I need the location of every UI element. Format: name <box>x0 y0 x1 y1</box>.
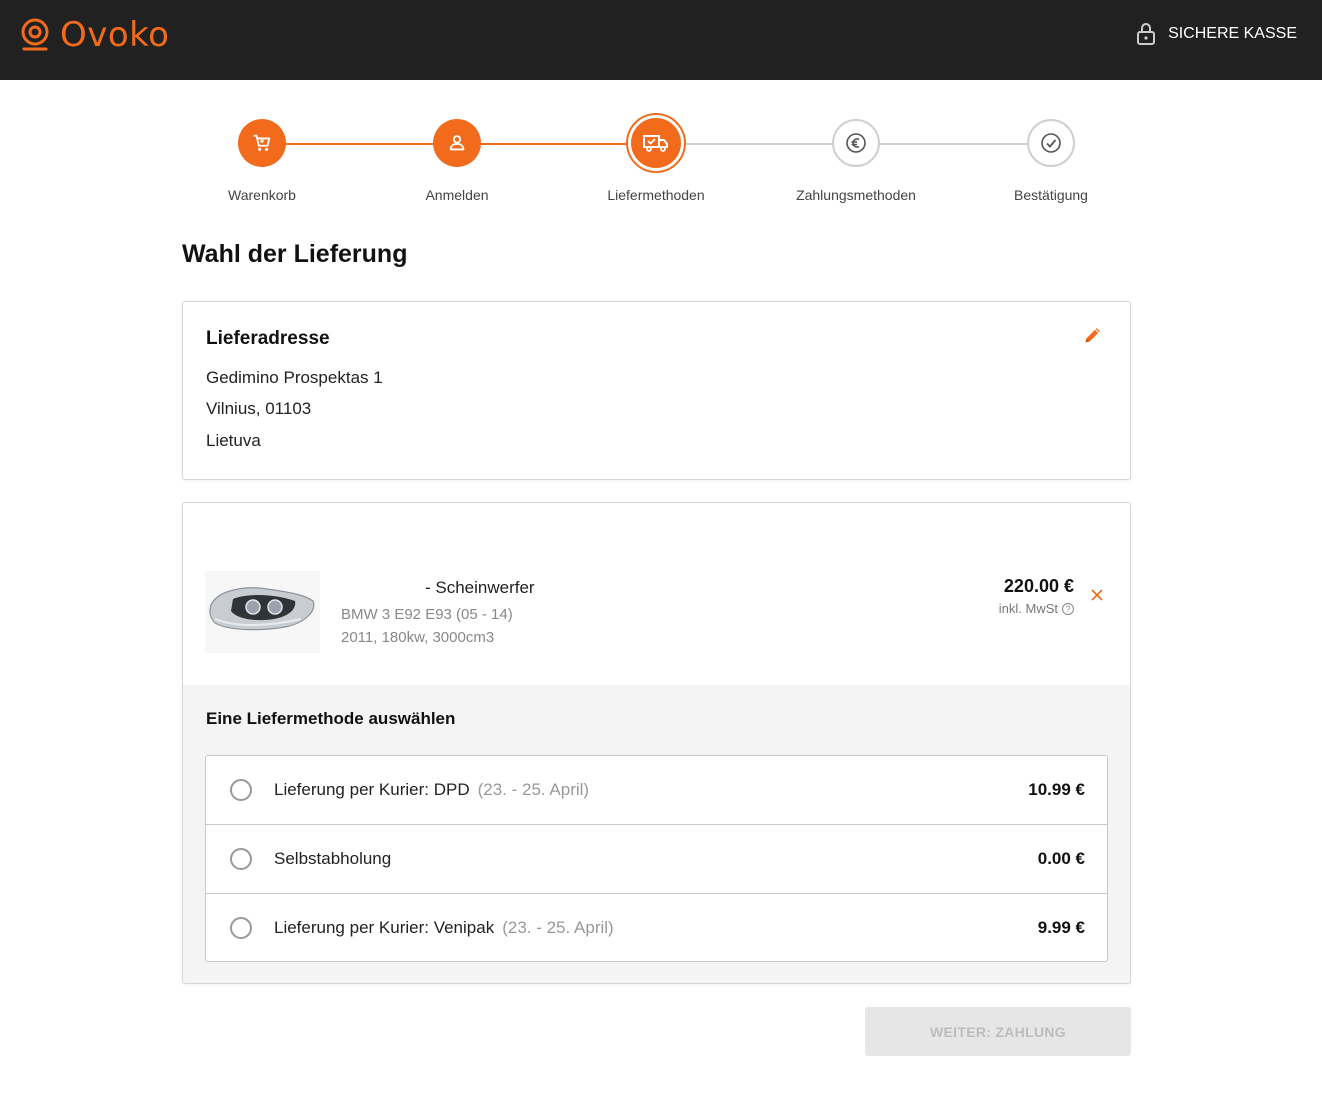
shipping-option-pickup[interactable]: Selbstabholung 0.00 € <box>206 824 1107 892</box>
step-label: Liefermethoden <box>607 187 705 203</box>
top-bar: Ovoko SICHERE KASSE <box>0 0 1322 80</box>
order-card: - Scheinwerfer BMW 3 E92 E93 (05 - 14) 2… <box>182 502 1131 984</box>
logo[interactable]: Ovoko <box>20 18 169 52</box>
shipping-method-section: Eine Liefermethode auswählen Lieferung p… <box>183 685 1130 983</box>
option-label: Lieferung per Kurier: Venipak (23. - 25. … <box>274 918 614 938</box>
address-line: Lietuva <box>206 431 261 450</box>
shipping-option-dpd[interactable]: Lieferung per Kurier: DPD (23. - 25. Apri… <box>206 756 1107 824</box>
address-title: Lieferadresse <box>206 328 330 349</box>
check-icon <box>1041 133 1061 153</box>
step-warenkorb[interactable]: Warenkorb <box>182 116 342 203</box>
option-price: 10.99 € <box>1028 780 1085 799</box>
address-line: Vilnius, 01103 <box>206 399 312 418</box>
checkout-stepper: Warenkorb Anmelden Liefermethoden Zahlun… <box>182 115 1131 206</box>
option-date: (23. - 25. April) <box>477 780 590 799</box>
item-specs: 2011, 180kw, 3000cm3 <box>341 629 495 646</box>
delivery-address-card: Lieferadresse Gedimino Prospektas 1 Viln… <box>182 301 1131 480</box>
page-title: Wahl der Lieferung <box>182 240 408 268</box>
step-label: Bestätigung <box>1014 187 1088 203</box>
radio-button[interactable] <box>230 847 252 870</box>
vat-label: inkl. MwSt <box>998 601 1058 616</box>
step-zahlungsmethoden[interactable]: Zahlungsmethoden <box>776 116 936 203</box>
step-bestaetigung[interactable]: Bestätigung <box>971 116 1131 203</box>
item-vat: inkl. MwSt ? <box>999 601 1074 616</box>
step-label: Zahlungsmethoden <box>796 187 916 203</box>
option-name: Selbstabholung <box>274 848 392 868</box>
euro-icon <box>846 133 866 153</box>
shipping-option-venipak[interactable]: Lieferung per Kurier: Venipak (23. - 25. … <box>206 893 1107 961</box>
secure-checkout-label: SICHERE KASSE <box>1168 25 1297 42</box>
option-price: 9.99 € <box>1037 917 1085 937</box>
item-price: 220.00 € <box>1003 576 1074 596</box>
pencil-icon <box>1085 328 1100 343</box>
step-liefermethoden[interactable]: Liefermethoden <box>576 115 736 203</box>
radio-button[interactable] <box>230 916 252 939</box>
option-label: Lieferung per Kurier: DPD (23. - 25. Apri… <box>274 780 589 800</box>
option-name: Lieferung per Kurier: Venipak <box>274 917 495 937</box>
item-car-model: BMW 3 E92 E93 (05 - 14) <box>341 606 513 623</box>
radio-button[interactable] <box>230 779 252 801</box>
step-anmelden[interactable]: Anmelden <box>377 116 537 203</box>
headlight-image <box>205 571 320 653</box>
user-icon <box>449 135 465 151</box>
remove-item-button[interactable] <box>1089 587 1105 603</box>
item-title: - Scheinwerfer <box>425 578 535 597</box>
cart-icon <box>253 134 271 151</box>
continue-to-payment-button[interactable]: WEITER: ZAHLUNG <box>865 1007 1131 1056</box>
logo-icon <box>21 18 49 51</box>
option-label: Selbstabholung <box>274 849 391 869</box>
truck-icon <box>643 135 668 152</box>
secure-checkout: SICHERE KASSE <box>1136 22 1297 46</box>
edit-address-button[interactable] <box>1080 322 1106 348</box>
option-name: Lieferung per Kurier: DPD <box>274 780 470 799</box>
step-label: Warenkorb <box>228 187 296 203</box>
address-line: Gedimino Prospektas 1 <box>206 368 383 387</box>
option-price: 0.00 € <box>1037 848 1085 868</box>
brand-name: Ovoko <box>60 15 170 55</box>
shipping-title: Eine Liefermethode auswählen <box>206 709 456 728</box>
help-icon[interactable]: ? <box>1062 602 1074 615</box>
step-label: Anmelden <box>425 187 489 203</box>
option-date: (23. - 25. April) <box>502 917 614 937</box>
shipping-options: Lieferung per Kurier: DPD (23. - 25. Apri… <box>205 755 1108 962</box>
lock-icon <box>1137 23 1156 45</box>
